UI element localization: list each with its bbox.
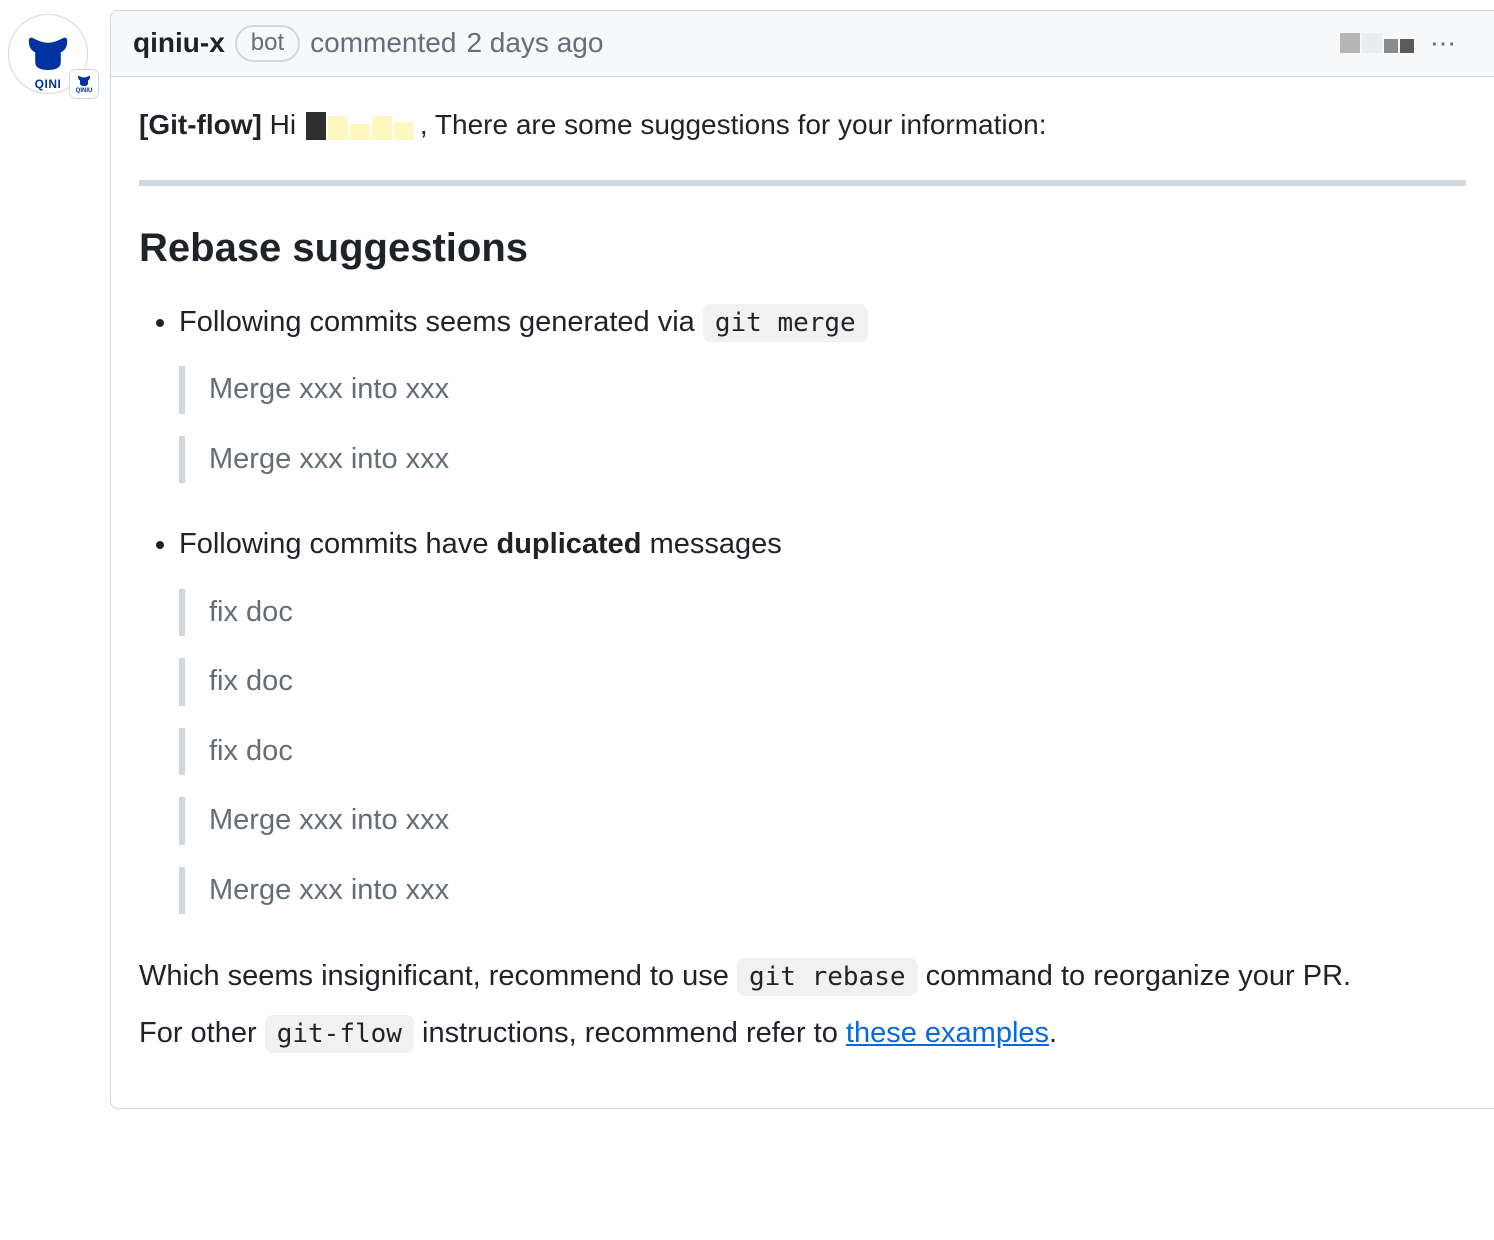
bullet2-text-before: Following commits have	[179, 528, 497, 560]
comment-body: [Git-flow] Hi , There are some suggestio…	[111, 77, 1494, 1108]
list-item: Following commits have duplicated messag…	[179, 523, 1466, 914]
blockquote: fix doc	[179, 589, 1466, 637]
avatar-column: QINI QINIU	[0, 10, 110, 94]
comment-column: qiniu-x bot commented 2 days ago ⋯ [Git-…	[110, 10, 1494, 1109]
divider	[139, 180, 1466, 186]
para1-after: command to reorganize your PR.	[918, 960, 1352, 992]
intro-after-mention: , There are some suggestions for your in…	[420, 109, 1047, 140]
bullet1-text: Following commits seems generated via	[179, 306, 703, 338]
para2-after: instructions, recommend refer to	[414, 1017, 846, 1049]
header-action-text: commented	[310, 27, 456, 59]
timestamp-link[interactable]: 2 days ago	[466, 27, 603, 59]
blockquote: fix doc	[179, 728, 1466, 776]
suggestion-list: Following commits seems generated via gi…	[139, 301, 1466, 915]
list-item: Following commits seems generated via gi…	[179, 301, 1466, 484]
redacted-header-content	[1340, 33, 1414, 53]
author-avatar[interactable]: QINI QINIU	[8, 14, 88, 94]
blockquote: Merge xxx into xxx	[179, 436, 1466, 484]
para2-period: .	[1049, 1017, 1057, 1049]
closing-para-2: For other git-flow instructions, recomme…	[139, 1011, 1466, 1056]
bullet2-strong: duplicated	[497, 528, 642, 560]
quote-stack: Merge xxx into xxx Merge xxx into xxx	[179, 366, 1466, 483]
comment-box: qiniu-x bot commented 2 days ago ⋯ [Git-…	[110, 10, 1494, 1109]
avatar-badge-label: QINIU	[76, 88, 93, 94]
avatar-sub-badge: QINIU	[69, 69, 99, 99]
quote-stack: fix doc fix doc fix doc Merge xxx into x…	[179, 589, 1466, 915]
para2-before: For other	[139, 1017, 265, 1049]
blockquote: fix doc	[179, 658, 1466, 706]
para1-before: Which seems insignificant, recommend to …	[139, 960, 737, 992]
header-actions: ⋯	[1340, 28, 1472, 59]
redacted-mention	[306, 112, 414, 140]
blockquote: Merge xxx into xxx	[179, 797, 1466, 845]
author-link[interactable]: qiniu-x	[133, 27, 225, 59]
code-inline: git rebase	[737, 958, 918, 996]
closing-para-1: Which seems insignificant, recommend to …	[139, 954, 1466, 999]
section-title: Rebase suggestions	[139, 226, 1466, 271]
qiniu-logo-icon	[76, 75, 92, 87]
blockquote: Merge xxx into xxx	[179, 867, 1466, 915]
qiniu-logo-icon	[24, 34, 72, 74]
bullet2-text-after: messages	[642, 528, 782, 560]
blockquote: Merge xxx into xxx	[179, 366, 1466, 414]
avatar-label: QINI	[35, 77, 62, 91]
comment-header: qiniu-x bot commented 2 days ago ⋯	[111, 11, 1494, 77]
bot-badge: bot	[235, 25, 300, 62]
intro-line: [Git-flow] Hi , There are some suggestio…	[139, 103, 1466, 148]
examples-link[interactable]: these examples	[846, 1017, 1049, 1049]
kebab-menu-icon[interactable]: ⋯	[1422, 28, 1464, 59]
intro-before-mention: Hi	[270, 109, 296, 140]
intro-tag: [Git-flow]	[139, 109, 262, 140]
code-inline: git merge	[703, 304, 868, 342]
code-inline: git-flow	[265, 1015, 414, 1053]
